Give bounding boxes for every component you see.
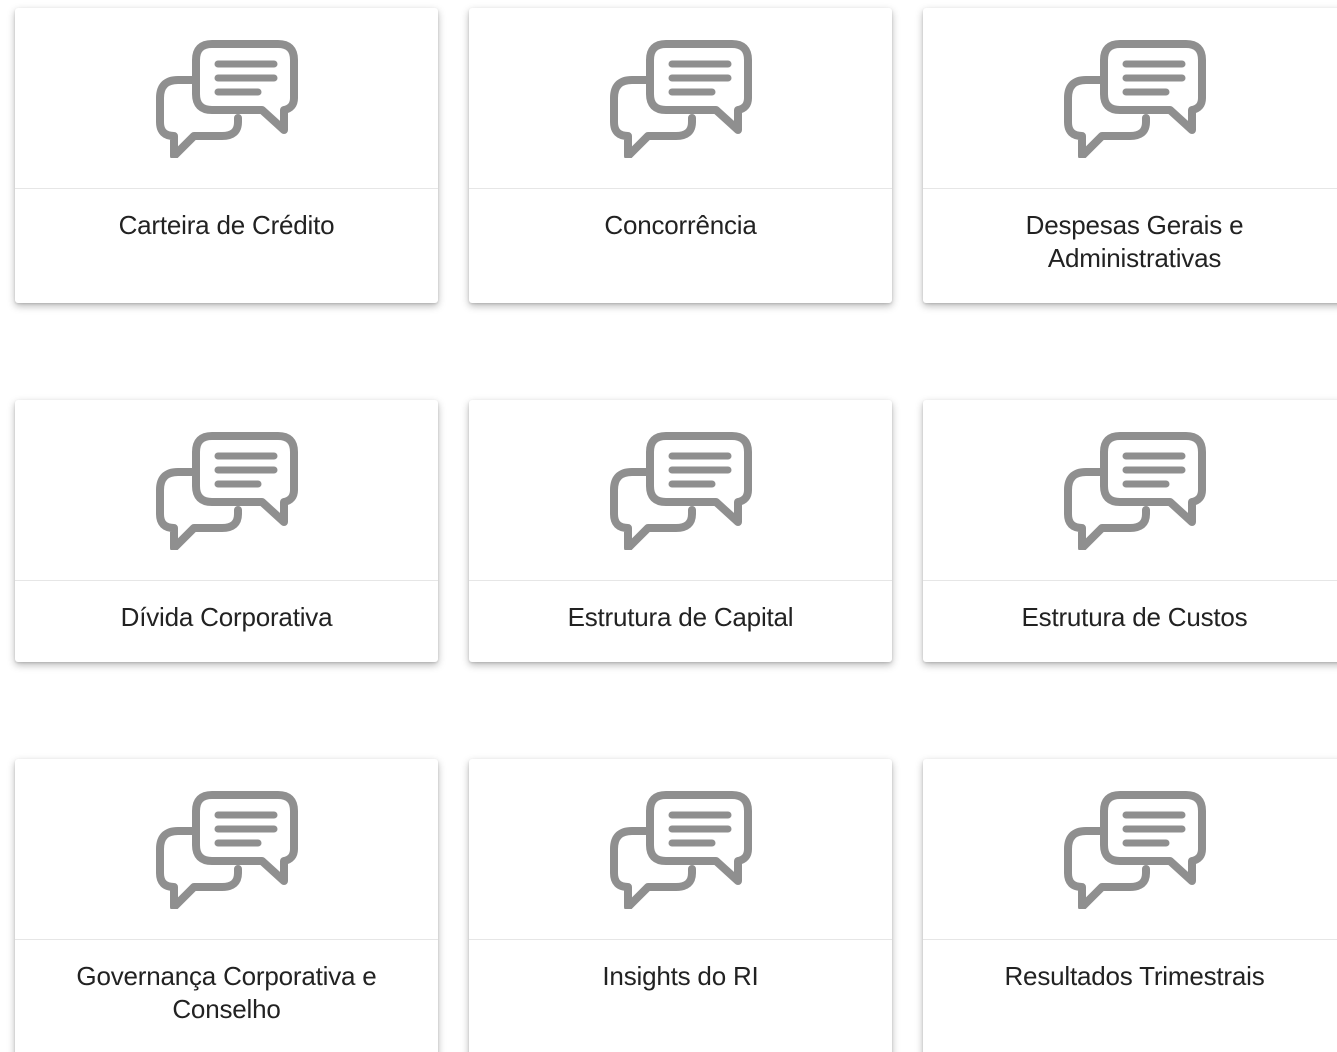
card-title: Carteira de Crédito (118, 210, 335, 240)
card-icon-area (15, 8, 438, 189)
card-title: Concorrência (604, 210, 757, 240)
chat-bubbles-icon (1060, 38, 1210, 158)
card-title: Governança Corporativa e Conselho (76, 961, 377, 1024)
card-label-area: Estrutura de Capital (469, 581, 892, 634)
chat-bubbles-icon (1060, 789, 1210, 909)
card-title: Estrutura de Capital (567, 602, 794, 632)
card-icon-area (469, 8, 892, 189)
topic-card[interactable]: Insights do RI (469, 759, 892, 1052)
card-title: Dívida Corporativa (120, 602, 333, 632)
card-title: Estrutura de Custos (1021, 602, 1248, 632)
chat-bubbles-icon (152, 430, 302, 550)
card-label-area: Dívida Corporativa (15, 581, 438, 634)
topic-card[interactable]: Estrutura de Custos (923, 400, 1337, 662)
topic-card[interactable]: Resultados Trimestrais (923, 759, 1337, 1052)
card-icon-area (923, 759, 1337, 940)
topic-card-grid: Carteira de Crédito Concorrência Despesa… (0, 0, 1337, 1052)
card-label-area: Despesas Gerais e Administrativas (923, 189, 1337, 275)
chat-bubbles-icon (606, 430, 756, 550)
card-icon-area (923, 8, 1337, 189)
topic-card[interactable]: Estrutura de Capital (469, 400, 892, 662)
card-label-area: Governança Corporativa e Conselho (15, 940, 438, 1026)
chat-bubbles-icon (152, 789, 302, 909)
card-title: Despesas Gerais e Administrativas (1025, 210, 1244, 273)
card-icon-area (15, 759, 438, 940)
chat-bubbles-icon (606, 38, 756, 158)
chat-bubbles-icon (606, 789, 756, 909)
card-icon-area (469, 759, 892, 940)
card-title: Insights do RI (602, 961, 759, 991)
card-label-area: Estrutura de Custos (923, 581, 1337, 634)
chat-bubbles-icon (152, 38, 302, 158)
topic-card[interactable]: Governança Corporativa e Conselho (15, 759, 438, 1052)
topic-card[interactable]: Dívida Corporativa (15, 400, 438, 662)
topic-card[interactable]: Concorrência (469, 8, 892, 303)
chat-bubbles-icon (1060, 430, 1210, 550)
topic-card[interactable]: Carteira de Crédito (15, 8, 438, 303)
card-label-area: Concorrência (469, 189, 892, 242)
topic-card[interactable]: Despesas Gerais e Administrativas (923, 8, 1337, 303)
card-label-area: Carteira de Crédito (15, 189, 438, 242)
card-label-area: Insights do RI (469, 940, 892, 993)
card-label-area: Resultados Trimestrais (923, 940, 1337, 993)
card-icon-area (923, 400, 1337, 581)
card-title: Resultados Trimestrais (1004, 961, 1265, 991)
card-icon-area (469, 400, 892, 581)
card-icon-area (15, 400, 438, 581)
